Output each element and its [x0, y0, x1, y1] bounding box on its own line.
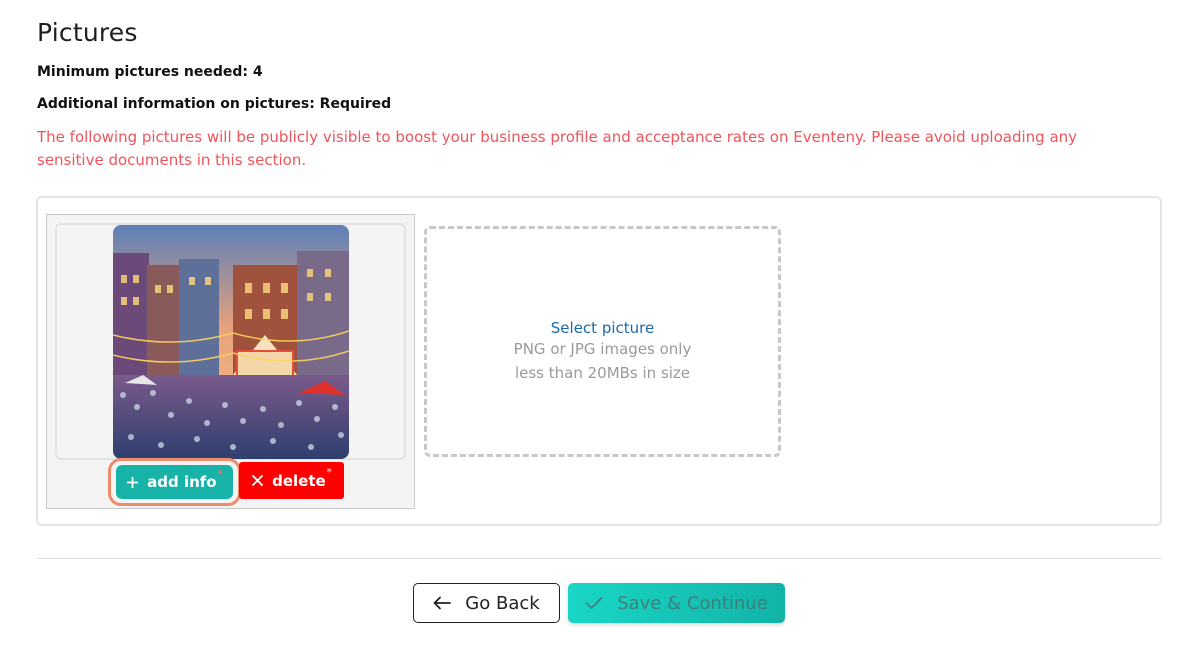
visibility-warning: The following pictures will be publicly …: [37, 128, 1078, 169]
add-info-button[interactable]: add info *: [116, 465, 233, 499]
delete-button[interactable]: delete *: [239, 462, 344, 499]
section-divider: [37, 558, 1162, 559]
picture-dropzone[interactable]: Select picture PNG or JPG images only le…: [424, 226, 781, 457]
upload-hint-format: PNG or JPG images only: [513, 340, 692, 358]
plus-icon: [127, 476, 139, 488]
go-back-label: Go Back: [465, 592, 540, 614]
add-info-label: add info: [147, 473, 217, 491]
upload-hint-size: less than 20MBs in size: [514, 364, 691, 382]
picture-card: add info * delete *: [46, 214, 415, 509]
add-info-focus-ring: add info *: [108, 458, 241, 506]
arrow-left-icon: [433, 596, 452, 610]
close-icon: [251, 474, 264, 487]
save-continue-button[interactable]: Save & Continue: [568, 583, 785, 623]
uploaded-picture[interactable]: [113, 225, 349, 459]
check-icon: [585, 597, 603, 609]
select-picture-link[interactable]: Select picture: [427, 319, 778, 337]
required-marker: *: [217, 468, 223, 480]
additional-info-text: Additional information on pictures: Requ…: [37, 96, 392, 112]
required-marker: *: [326, 467, 332, 478]
page-title: Pictures: [37, 18, 138, 47]
go-back-button[interactable]: Go Back: [413, 583, 560, 623]
delete-label: delete: [272, 471, 326, 490]
save-continue-label: Save & Continue: [617, 592, 768, 614]
min-pictures-text: Minimum pictures needed: 4: [37, 64, 263, 80]
